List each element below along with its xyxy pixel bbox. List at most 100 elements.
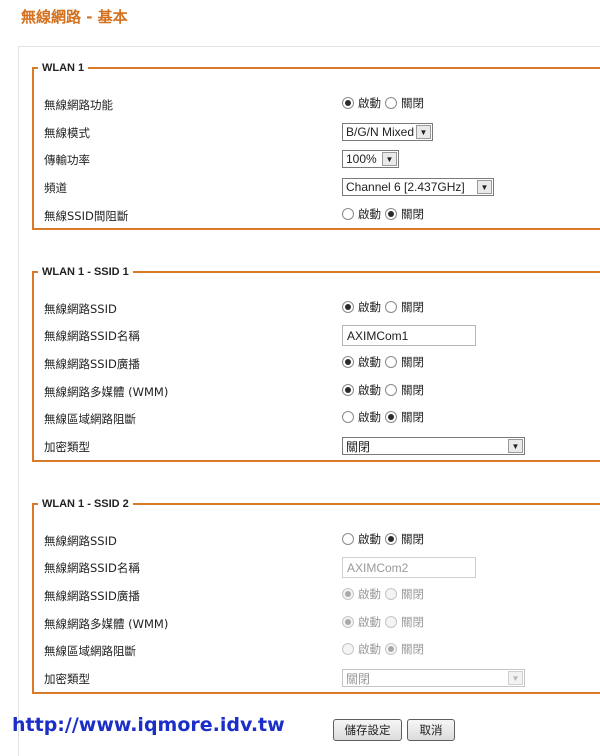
radio-indicator [342,384,354,396]
ssid2-broadcast-row: 無線網路SSID廣播 啟動 關閉 [42,585,600,605]
radio-indicator [385,533,397,545]
ssid2-broadcast-on-radio: 啟動 [342,586,381,602]
channel-row: 頻道 Channel 6 [2.437GHz] ▼ [42,177,600,197]
ssid1-name-row: 無線網路SSID名稱 AXIMCom1 [42,324,600,346]
ssid2-lan-block-row: 無線區域網路阻斷 啟動 關閉 [42,640,600,660]
chevron-down-icon: ▼ [382,152,397,166]
radio-label: 啟動 [358,355,381,369]
wireless-mode-label: 無線模式 [44,126,90,140]
chevron-down-icon: ▼ [416,125,431,139]
ssid1-encryption-select[interactable]: 關閉 ▼ [342,437,525,455]
radio-label: 關閉 [401,587,424,601]
ssid2-broadcast-off-radio: 關閉 [385,586,424,602]
radio-label: 關閉 [401,355,424,369]
ssid2-lan-block-off-radio: 關閉 [385,641,424,657]
radio-indicator [385,643,397,655]
ssid2-wmm-on-radio: 啟動 [342,614,381,630]
ssid2-enable-label: 無線網路SSID [44,534,117,548]
radio-indicator [385,616,397,628]
radio-label: 啟動 [358,642,381,656]
ssid1-enable-off-radio[interactable]: 關閉 [385,299,424,315]
ssid1-enable-label: 無線網路SSID [44,302,117,316]
ssid1-name-label: 無線網路SSID名稱 [44,329,140,343]
radio-indicator [342,616,354,628]
radio-indicator [342,533,354,545]
radio-indicator [342,356,354,368]
ssid2-name-row: 無線網路SSID名稱 AXIMCom2 [42,556,600,578]
ssid2-enable-off-radio[interactable]: 關閉 [385,531,424,547]
cancel-button[interactable]: 取消 [407,719,455,741]
radio-label: 關閉 [401,383,424,397]
ssid1-wmm-on-radio[interactable]: 啟動 [342,382,381,398]
ssid2-enable-row: 無線網路SSID 啟動 關閉 [42,530,600,550]
radio-label: 啟動 [358,96,381,110]
channel-select[interactable]: Channel 6 [2.437GHz] ▼ [342,178,494,196]
tx-power-row: 傳輸功率 100% ▼ [42,149,600,169]
radio-label: 啟動 [358,532,381,546]
ssid2-wmm-off-radio: 關閉 [385,614,424,630]
wlan1-legend: WLAN 1 [42,62,85,74]
ssid-isolation-on-radio[interactable]: 啟動 [342,206,381,222]
radio-indicator [342,97,354,109]
chevron-down-icon: ▼ [508,439,523,453]
radio-label: 關閉 [401,642,424,656]
ssid1-group: WLAN 1 - SSID 1 無線網路SSID 啟動 關閉 無線網路SSID名… [32,266,600,462]
ssid1-lan-block-label: 無線區域網路阻斷 [44,412,136,426]
radio-indicator [385,97,397,109]
wireless-mode-select[interactable]: B/G/N Mixed ▼ [342,123,433,141]
ssid2-lan-block-label: 無線區域網路阻斷 [44,644,136,658]
radio-label: 關閉 [401,410,424,424]
chevron-down-icon: ▼ [477,180,492,194]
ssid2-wmm-label: 無線網路多媒體 (WMM) [44,617,169,631]
radio-label: 啟動 [358,207,381,221]
ssid2-encryption-label: 加密類型 [44,672,90,686]
ssid-isolation-off-radio[interactable]: 關閉 [385,206,424,222]
chevron-down-icon: ▼ [508,671,523,685]
save-settings-button[interactable]: 儲存設定 [333,719,402,741]
website-url-watermark: http://www.iqmore.idv.tw [12,714,285,736]
radio-label: 關閉 [401,532,424,546]
ssid2-name-label: 無線網路SSID名稱 [44,561,140,575]
select-value: 100% [346,152,377,166]
select-value: B/G/N Mixed [346,125,415,139]
wifi-function-label: 無線網路功能 [44,98,113,112]
ssid1-broadcast-on-radio[interactable]: 啟動 [342,354,381,370]
ssid2-enable-on-radio[interactable]: 啟動 [342,531,381,547]
ssid1-wmm-off-radio[interactable]: 關閉 [385,382,424,398]
radio-indicator [342,208,354,220]
radio-label: 關閉 [401,207,424,221]
radio-label: 啟動 [358,410,381,424]
tx-power-select[interactable]: 100% ▼ [342,150,399,168]
radio-indicator [385,411,397,423]
ssid1-lan-block-row: 無線區域網路阻斷 啟動 關閉 [42,408,600,428]
ssid1-enable-on-radio[interactable]: 啟動 [342,299,381,315]
ssid2-encryption-select: 關閉 ▼ [342,669,525,687]
channel-label: 頻道 [44,181,67,195]
wifi-function-off-radio[interactable]: 關閉 [385,95,424,111]
ssid1-broadcast-off-radio[interactable]: 關閉 [385,354,424,370]
radio-label: 關閉 [401,615,424,629]
radio-indicator [342,411,354,423]
radio-indicator [342,301,354,313]
ssid1-enable-row: 無線網路SSID 啟動 關閉 [42,298,600,318]
ssid1-wmm-row: 無線網路多媒體 (WMM) 啟動 關閉 [42,381,600,401]
ssid1-lan-block-on-radio[interactable]: 啟動 [342,409,381,425]
ssid2-legend: WLAN 1 - SSID 2 [42,498,129,510]
ssid2-name-input: AXIMCom2 [342,557,476,578]
ssid1-name-input[interactable]: AXIMCom1 [342,325,476,346]
select-value: 關閉 [346,439,371,454]
ssid2-lan-block-on-radio: 啟動 [342,641,381,657]
radio-indicator [342,643,354,655]
ssid1-broadcast-row: 無線網路SSID廣播 啟動 關閉 [42,353,600,373]
radio-indicator [385,208,397,220]
wifi-function-on-radio[interactable]: 啟動 [342,95,381,111]
ssid2-broadcast-label: 無線網路SSID廣播 [44,589,140,603]
wifi-function-row: 無線網路功能 啟動 關閉 [42,94,600,114]
radio-indicator [342,588,354,600]
wlan1-group: WLAN 1 無線網路功能 啟動 關閉 無線模式 B/G/N Mixed ▼ 傳輸… [32,62,600,230]
ssid-isolation-row: 無線SSID間阻斷 啟動 關閉 [42,205,600,225]
ssid2-wmm-row: 無線網路多媒體 (WMM) 啟動 關閉 [42,613,600,633]
select-value: Channel 6 [2.437GHz] [346,180,465,194]
ssid1-lan-block-off-radio[interactable]: 關閉 [385,409,424,425]
radio-label: 啟動 [358,587,381,601]
